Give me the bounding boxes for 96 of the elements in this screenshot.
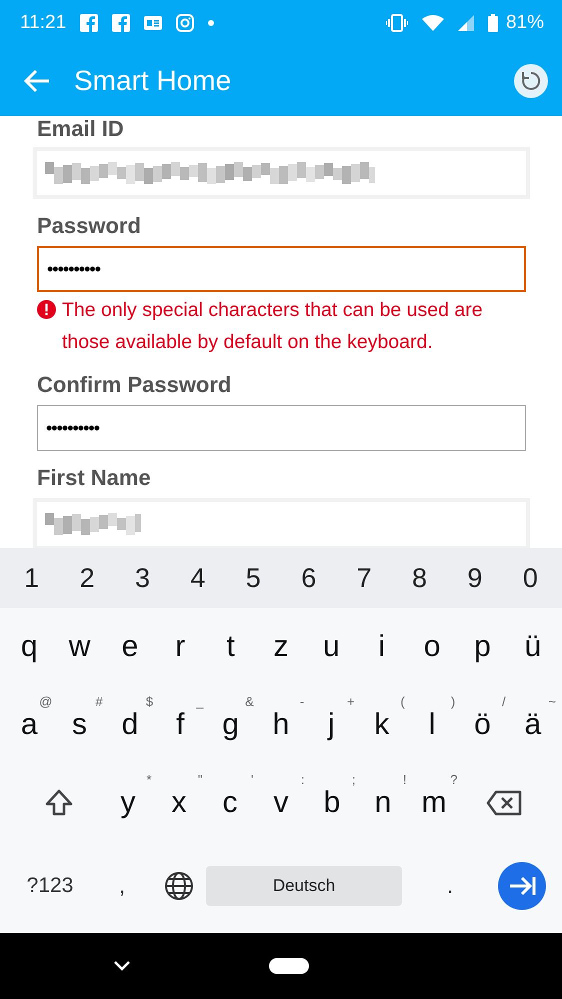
keyboard-key[interactable]: l ) (406, 686, 458, 764)
home-pill-icon[interactable] (269, 958, 309, 974)
screen-title: Smart Home (74, 65, 232, 97)
field-label: First Name (37, 465, 152, 491)
key-hint: * (146, 772, 152, 787)
back-button[interactable] (24, 69, 50, 93)
dot-icon (208, 20, 214, 26)
field-label: Email ID (37, 118, 125, 140)
input-field[interactable]: •••••••••• (37, 246, 526, 292)
battery-icon (488, 14, 498, 32)
key-hint: - (300, 694, 304, 709)
keyboard-key[interactable]: p (457, 608, 508, 686)
error-message: The only special characters that can be used are those available by default on the keyboard. (62, 298, 484, 355)
space-bar[interactable]: Deutsch (206, 866, 402, 906)
keyboard-key[interactable]: g & (205, 686, 256, 764)
keyboard-key[interactable]: f _ (155, 686, 206, 764)
keyboard-key[interactable]: o (406, 608, 458, 686)
keyboard-key[interactable]: h - (256, 686, 306, 764)
next-button[interactable] (498, 862, 546, 910)
key-hint: ' (251, 772, 254, 787)
keyboard-key[interactable]: 6 (281, 548, 336, 608)
key-hint: ( (400, 694, 405, 709)
key-hint: $ (146, 694, 154, 709)
keyboard-key[interactable]: 8 (392, 548, 448, 608)
chevron-down-icon[interactable] (113, 960, 131, 972)
keyboard-key[interactable]: ö / (457, 686, 508, 764)
keyboard-key[interactable]: z (256, 608, 306, 686)
keyboard-key[interactable]: e (104, 608, 156, 686)
facebook-icon (80, 14, 98, 32)
key-hint: @ (39, 694, 52, 709)
refresh-icon (520, 70, 542, 92)
keyboard-key[interactable]: 5 (226, 548, 281, 608)
language-key[interactable] (164, 871, 194, 901)
key-hint: & (245, 694, 254, 709)
keyboard-key[interactable]: ü (508, 608, 558, 686)
camera-icon (176, 14, 194, 32)
shift-icon (44, 788, 74, 818)
field-label: Password (37, 213, 142, 239)
wifi-icon (422, 15, 444, 31)
keyboard-key[interactable]: r (155, 608, 206, 686)
keyboard-key[interactable]: 0 (502, 548, 558, 608)
vibrate-icon (386, 14, 408, 32)
key-hint: ~ (548, 694, 556, 709)
signal-icon (458, 15, 474, 31)
keyboard-key[interactable]: a @ (4, 686, 54, 764)
keyboard-key[interactable]: q (4, 608, 54, 686)
clock-time: 11:21 (20, 12, 66, 34)
news-icon (144, 16, 162, 30)
backspace-icon (486, 790, 522, 816)
period-key[interactable]: . (410, 842, 490, 930)
keyboard-key[interactable]: t (205, 608, 256, 686)
keyboard-key[interactable]: y * (102, 764, 154, 842)
keyboard-key[interactable]: 2 (59, 548, 115, 608)
key-hint: : (300, 772, 304, 787)
keyboard-key[interactable]: 1 (4, 548, 60, 608)
symbols-key[interactable]: ?123 (20, 842, 80, 930)
globe-icon (164, 871, 194, 901)
key-hint: / (502, 694, 506, 709)
keyboard-key[interactable]: k ( (356, 686, 407, 764)
field-label: Confirm Password (37, 372, 232, 398)
keyboard-key[interactable]: 3 (114, 548, 170, 608)
input-field[interactable] (33, 147, 530, 199)
keyboard-key[interactable]: s # (54, 686, 105, 764)
key-hint: # (96, 694, 103, 709)
keyboard-key[interactable]: i (356, 608, 407, 686)
keyboard-key[interactable]: m ? (408, 764, 460, 842)
keyboard-key[interactable]: w (54, 608, 105, 686)
back-arrow-icon (24, 69, 50, 93)
keyboard-key[interactable]: u (306, 608, 357, 686)
key-hint: ! (402, 772, 406, 787)
keyboard-key[interactable]: d $ (104, 686, 156, 764)
password-value: •••••••••• (47, 258, 100, 280)
keyboard-key[interactable]: 4 (170, 548, 226, 608)
key-hint: ) (450, 694, 456, 709)
key-hint: " (198, 772, 202, 787)
key-hint: ; (352, 772, 356, 787)
keyboard-key[interactable]: x " (154, 764, 204, 842)
facebook-icon (112, 14, 130, 32)
keyboard-key[interactable]: ä ~ (508, 686, 558, 764)
keyboard-key[interactable]: b ; (306, 764, 358, 842)
key-hint: + (346, 694, 355, 709)
keyboard-key[interactable]: 9 (447, 548, 503, 608)
comma-key[interactable]: , (80, 842, 164, 930)
keyboard-key[interactable]: j + (306, 686, 357, 764)
tab-arrow-icon (508, 875, 536, 897)
input-field[interactable]: •••••••••• (37, 405, 526, 451)
refresh-button[interactable] (514, 64, 548, 98)
error-icon (37, 300, 56, 319)
key-hint: ? (450, 772, 458, 787)
keyboard-key[interactable]: v : (256, 764, 306, 842)
keyboard-key[interactable]: c ' (204, 764, 256, 842)
battery-percentage: 81% (506, 12, 544, 34)
key-hint: _ (196, 694, 204, 709)
keyboard-key[interactable]: n ! (358, 764, 408, 842)
password-value: •••••••••• (46, 418, 100, 438)
keyboard-key[interactable]: 7 (336, 548, 392, 608)
